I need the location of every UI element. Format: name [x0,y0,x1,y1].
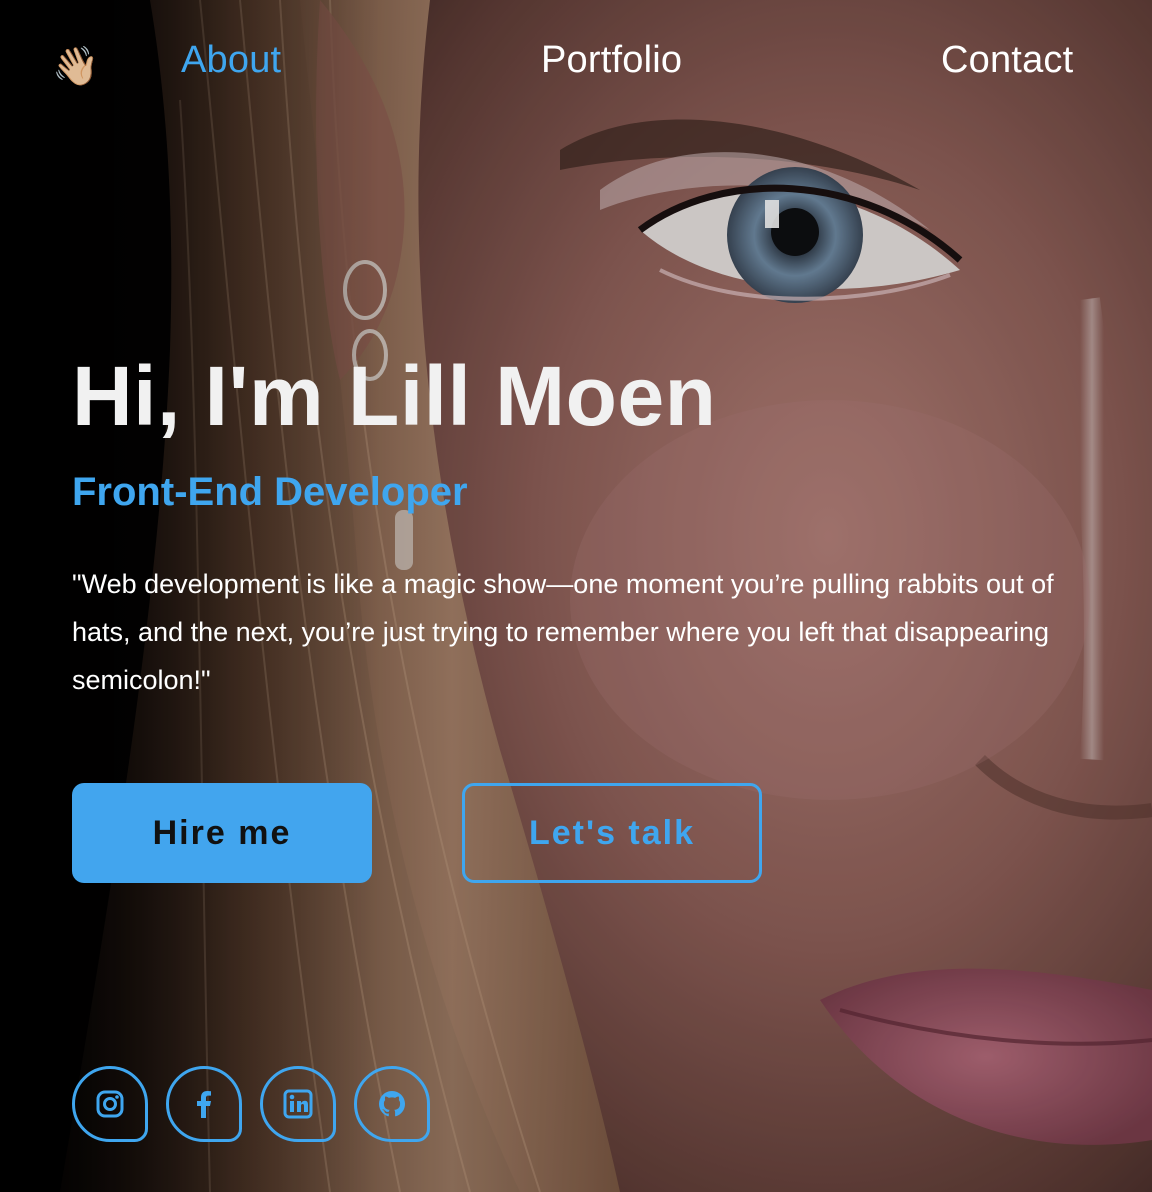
lets-talk-button[interactable]: Let's talk [462,783,762,883]
hero-title: Hi, I'm Lill Moen [72,349,717,443]
facebook-link[interactable] [166,1066,242,1142]
hire-me-button[interactable]: Hire me [72,783,372,883]
hero-subtitle: Front-End Developer [72,470,468,514]
github-icon [379,1091,405,1117]
nav-link-portfolio[interactable]: Portfolio [541,38,682,82]
waving-hand-icon: 👋🏼 [52,46,100,88]
facebook-icon [197,1091,211,1118]
hero-quote: "Web development is like a magic show—on… [72,569,1054,695]
linkedin-link[interactable] [260,1066,336,1142]
instagram-link[interactable] [72,1066,148,1142]
nav-link-about[interactable]: About [181,38,281,82]
nav-link-contact[interactable]: Contact [941,38,1073,82]
top-navigation: 👋🏼 About Portfolio Contact [0,0,1152,120]
github-link[interactable] [354,1066,430,1142]
instagram-icon [96,1090,124,1118]
linkedin-icon [283,1089,313,1119]
